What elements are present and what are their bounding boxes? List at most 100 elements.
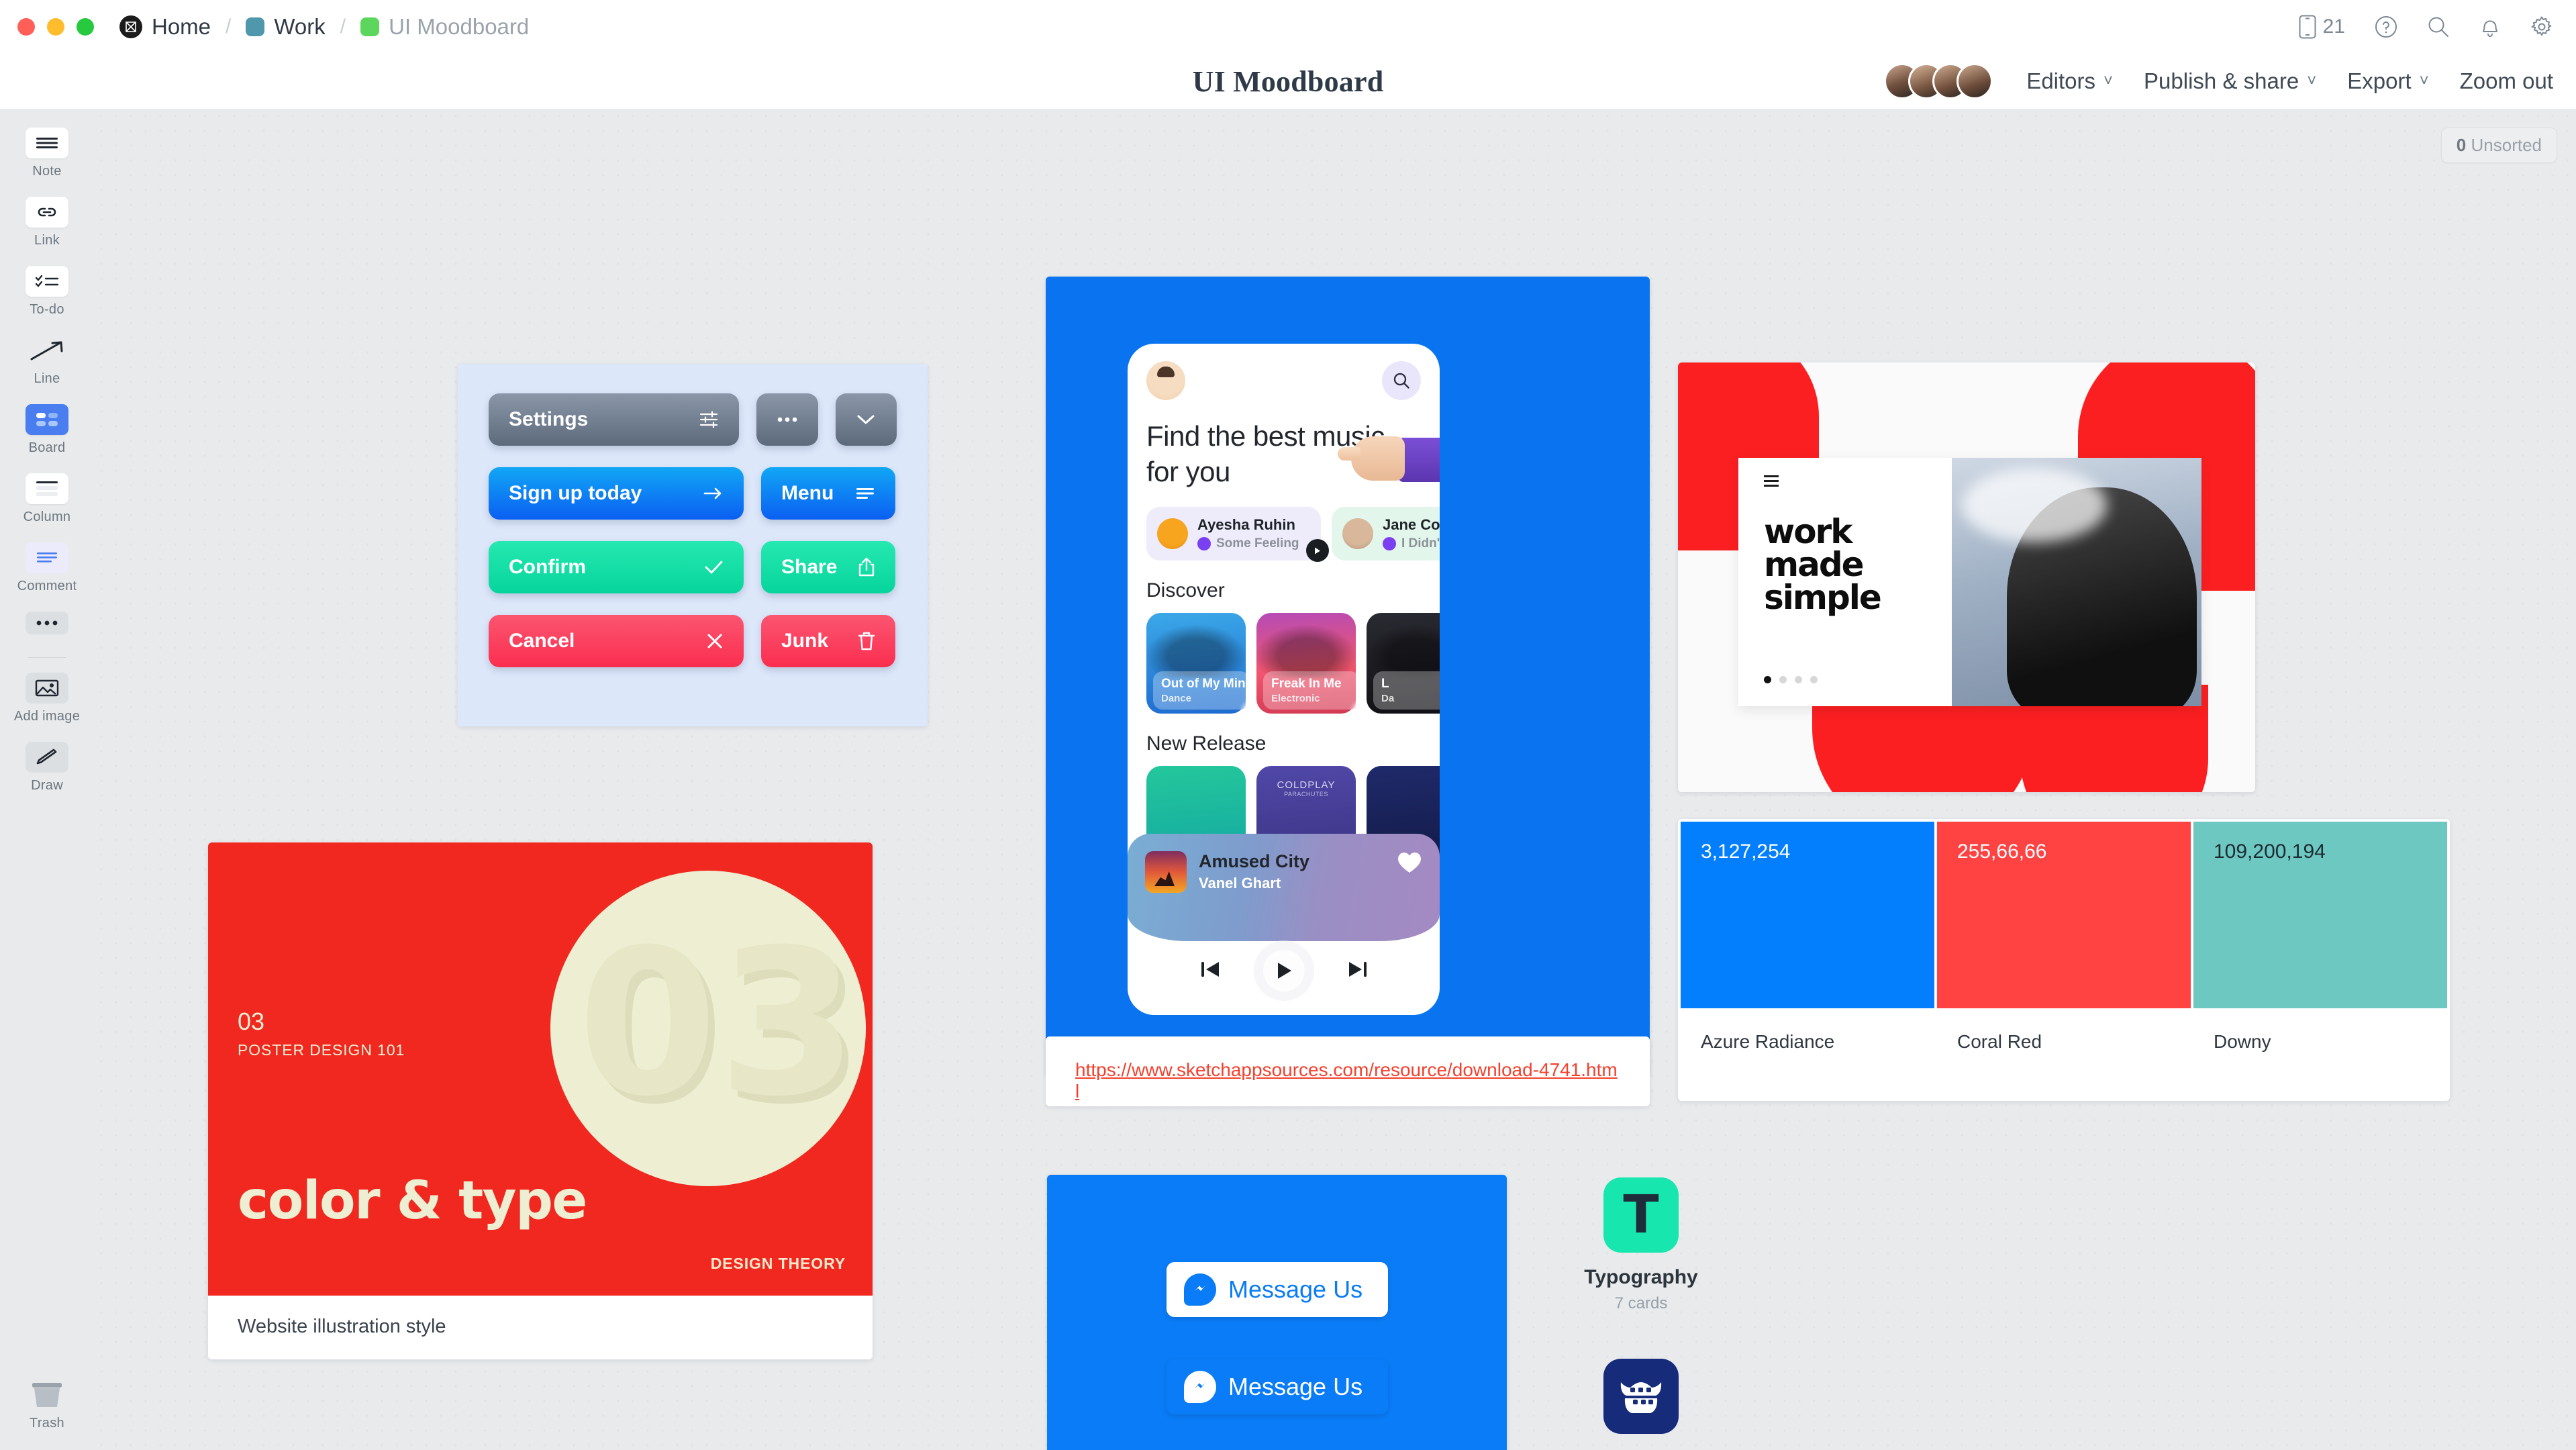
- message-us-button-blue[interactable]: Message Us: [1167, 1359, 1388, 1414]
- artist-song: I Didn't Know: [1383, 536, 1440, 551]
- card-link[interactable]: https://www.sketchappsources.com/resourc…: [1046, 1036, 1650, 1106]
- sidebar-item-todo[interactable]: To-do: [26, 266, 68, 318]
- sign-up-button[interactable]: Sign up today: [489, 467, 744, 520]
- color-swatch[interactable]: 3,127,254 Azure Radiance: [1681, 822, 1934, 1098]
- play-icon[interactable]: [1306, 539, 1329, 562]
- album-card[interactable]: L Da: [1367, 613, 1440, 714]
- phone-artist-chips: Ayesha Ruhin Some Feeling Jane Cooper: [1128, 489, 1440, 562]
- phone-header: [1128, 344, 1440, 400]
- confirm-button[interactable]: Confirm: [489, 541, 744, 593]
- work-card-panel: work made simple: [1738, 458, 2201, 706]
- swatch-name: Downy: [2193, 1008, 2447, 1075]
- skip-back-icon[interactable]: [1199, 959, 1222, 983]
- message-us-button-white[interactable]: Message Us: [1167, 1262, 1388, 1317]
- color-swatch[interactable]: 109,200,194 Downy: [2193, 822, 2447, 1098]
- bell-icon[interactable]: [2479, 15, 2501, 38]
- pencil-icon: [26, 742, 68, 773]
- play-icon[interactable]: [1262, 950, 1305, 992]
- cancel-button[interactable]: Cancel: [489, 615, 744, 667]
- carousel-dots[interactable]: [1764, 676, 1818, 683]
- search-icon[interactable]: [1382, 361, 1421, 400]
- card-color-palette[interactable]: 3,127,254 Azure Radiance 255,66,66 Coral…: [1678, 819, 2450, 1101]
- discover-album-list[interactable]: Out of My Mine Dance Freak In Me Electro…: [1128, 602, 1440, 714]
- folder-typography[interactable]: T Typography 7 cards: [1574, 1177, 1708, 1313]
- artist-chip[interactable]: Jane Cooper I Didn't Know: [1332, 507, 1440, 561]
- breadcrumb-item-work[interactable]: Work: [246, 14, 326, 40]
- cancel-label: Cancel: [509, 630, 575, 652]
- breadcrumb-item-moodboard[interactable]: UI Moodboard: [360, 14, 529, 40]
- sign-up-label: Sign up today: [509, 482, 642, 504]
- sidebar-item-line[interactable]: Line: [26, 335, 68, 387]
- image-icon: [25, 673, 68, 704]
- export-menu[interactable]: Export ˅: [2347, 68, 2428, 94]
- skip-forward-icon[interactable]: [1346, 959, 1369, 983]
- menu-button[interactable]: Menu: [761, 467, 895, 520]
- color-swatch[interactable]: 255,66,66 Coral Red: [1937, 822, 2191, 1098]
- editor-avatars[interactable]: [1884, 63, 1993, 99]
- sidebar-item-board[interactable]: Board: [26, 404, 68, 456]
- junk-button[interactable]: Junk: [761, 615, 895, 667]
- help-circle-icon[interactable]: [2375, 15, 2397, 38]
- publish-share-menu[interactable]: Publish & share ˅: [2144, 68, 2316, 94]
- sidebar-item-comment[interactable]: Comment: [17, 542, 77, 594]
- settings-button[interactable]: Settings: [489, 393, 740, 446]
- maximize-window-button[interactable]: [77, 18, 94, 36]
- link-url[interactable]: https://www.sketchappsources.com/resourc…: [1046, 1036, 1650, 1106]
- swatch-rgb: 255,66,66: [1937, 822, 2191, 1008]
- unsorted-label: Unsorted: [2471, 135, 2542, 155]
- unsorted-badge[interactable]: 0 Unsorted: [2440, 128, 2557, 163]
- sidebar-item-more[interactable]: [26, 612, 68, 634]
- sidebar-label-board: Board: [28, 440, 66, 455]
- letter-t-icon: T: [1603, 1177, 1679, 1253]
- avatar: [1157, 518, 1188, 549]
- card-music-app[interactable]: Find the best music for you Ayesha Ruhin…: [1046, 277, 1650, 1075]
- poster-subtitle: POSTER DESIGN 101: [238, 1041, 405, 1059]
- card-messenger-buttons[interactable]: Message Us Message Us: [1047, 1175, 1507, 1450]
- sidebar-label-comment: Comment: [17, 579, 77, 593]
- more-options-button[interactable]: [756, 393, 818, 446]
- board-canvas[interactable]: 0 Unsorted Settings Sign up today Menu C…: [94, 109, 2576, 1450]
- close-window-button[interactable]: [17, 18, 35, 36]
- expand-button[interactable]: [835, 393, 897, 446]
- card-ui-buttons[interactable]: Settings Sign up today Menu Confirm Shar…: [458, 364, 928, 726]
- sidebar-label-trash: Trash: [30, 1416, 64, 1431]
- breadcrumb-label-home: Home: [152, 14, 211, 39]
- album-genre: Electronic: [1271, 693, 1320, 704]
- search-icon[interactable]: [2427, 15, 2450, 38]
- sidebar-item-trash[interactable]: Trash: [26, 1380, 68, 1431]
- card-poster[interactable]: 03 03 POSTER DESIGN 101 color & type DES…: [208, 842, 873, 1359]
- album-card[interactable]: Freak In Me Electronic: [1256, 613, 1356, 714]
- zoom-out-button[interactable]: Zoom out: [2460, 68, 2553, 94]
- button-row: Sign up today Menu: [489, 467, 897, 520]
- user-avatar[interactable]: [1146, 361, 1185, 400]
- player-controls[interactable]: [1128, 938, 1440, 1003]
- share-icon: [858, 557, 875, 577]
- avatar: [1342, 518, 1373, 549]
- breadcrumb-separator: /: [340, 15, 346, 38]
- poster-number: 03: [238, 1008, 265, 1035]
- phone-mockup: Find the best music for you Ayesha Ruhin…: [1128, 344, 1440, 1015]
- folder-icons[interactable]: Icons 6 cards: [1574, 1359, 1708, 1450]
- breadcrumb-item-home[interactable]: Home: [119, 14, 211, 40]
- arrow-right-icon: [702, 487, 724, 500]
- swatch-rgb: 3,127,254: [1681, 822, 1934, 1008]
- card-work-made-simple[interactable]: work made simple: [1678, 362, 2255, 792]
- share-button[interactable]: Share: [761, 541, 895, 593]
- sidebar-item-draw[interactable]: Draw: [26, 742, 68, 793]
- heart-icon[interactable]: [1397, 851, 1422, 877]
- sidebar-item-column[interactable]: Column: [23, 473, 71, 525]
- sidebar-item-add-image[interactable]: Add image: [14, 673, 80, 724]
- column-icon: [26, 473, 68, 504]
- phone-button[interactable]: 21: [2299, 15, 2345, 39]
- album-card[interactable]: Out of My Mine Dance: [1146, 613, 1246, 714]
- phone-icon: [2299, 15, 2316, 39]
- sidebar-item-link[interactable]: Link: [26, 197, 68, 248]
- gear-icon[interactable]: [2530, 15, 2553, 38]
- hamburger-icon[interactable]: [1764, 475, 1779, 487]
- sidebar-item-note[interactable]: Note: [26, 128, 68, 179]
- minimize-window-button[interactable]: [47, 18, 64, 36]
- album-title: L: [1381, 677, 1389, 691]
- now-playing-bar[interactable]: Amused City Vanel Ghart: [1128, 834, 1440, 941]
- editors-menu[interactable]: Editors ˅: [2026, 68, 2113, 94]
- artist-chip[interactable]: Ayesha Ruhin Some Feeling: [1146, 507, 1329, 562]
